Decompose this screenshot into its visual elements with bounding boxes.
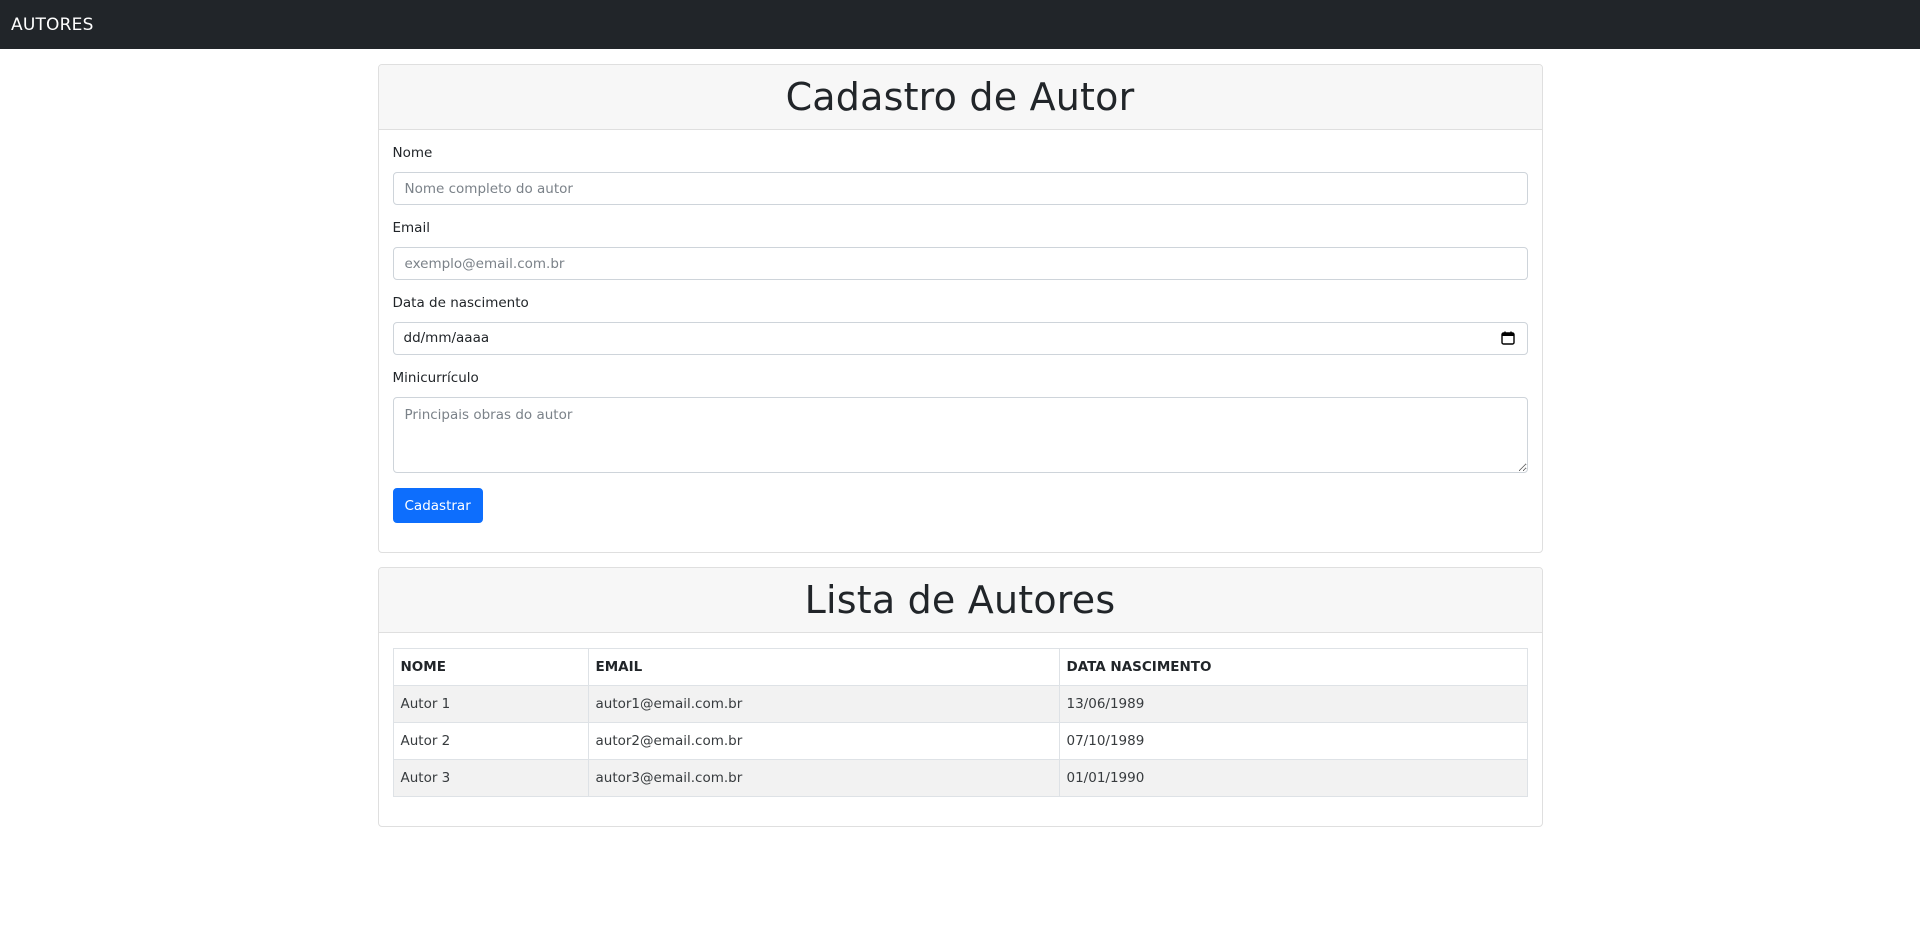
minicurriculo-textarea[interactable] (392, 397, 1528, 473)
table-row: Autor 2 autor2@email.com.br 07/10/1989 (392, 722, 1528, 760)
nascimento-group: Data de nascimento dd/mm/aaaa (392, 295, 1528, 355)
nome-group: Nome (392, 145, 1528, 205)
minicurriculo-group: Minicurrículo (392, 370, 1528, 473)
cell-data-nascimento: 13/06/1989 (1058, 685, 1528, 723)
email-group: Email (392, 220, 1528, 280)
author-list-title: Lista de Autores (804, 578, 1116, 622)
navbar: AUTORES (0, 0, 1920, 49)
navbar-brand[interactable]: AUTORES (11, 15, 94, 35)
cadastrar-button[interactable]: Cadastrar (392, 488, 483, 523)
authors-table-head: NOME EMAIL DATA NASCIMENTO (392, 648, 1528, 686)
minicurriculo-label: Minicurrículo (392, 370, 479, 386)
cell-nome: Autor 2 (392, 722, 589, 760)
nascimento-date-field[interactable]: dd/mm/aaaa (392, 322, 1528, 355)
author-list-body: NOME EMAIL DATA NASCIMENTO Autor 1 autor… (379, 633, 1542, 826)
authors-table-body: Autor 1 autor1@email.com.br 13/06/1989 A… (392, 685, 1528, 797)
main-container: Cadastro de Autor Nome Email Data de nas… (377, 64, 1543, 827)
author-form-header: Cadastro de Autor (378, 65, 1542, 130)
author-list-header: Lista de Autores (378, 568, 1542, 633)
email-input[interactable] (392, 247, 1528, 280)
cell-data-nascimento: 01/01/1990 (1058, 759, 1528, 797)
author-form-body: Nome Email Data de nascimento dd/mm/aaaa (379, 130, 1542, 552)
cell-email: autor3@email.com.br (587, 759, 1060, 797)
column-header-data-nascimento: DATA NASCIMENTO (1058, 648, 1528, 686)
cell-email: autor2@email.com.br (587, 722, 1060, 760)
cell-email: autor1@email.com.br (587, 685, 1060, 723)
author-form-title: Cadastro de Autor (785, 75, 1135, 119)
table-row: Autor 3 autor3@email.com.br 01/01/1990 (392, 759, 1528, 797)
cell-data-nascimento: 07/10/1989 (1058, 722, 1528, 760)
cell-nome: Autor 3 (392, 759, 589, 797)
author-form-card: Cadastro de Autor Nome Email Data de nas… (377, 64, 1543, 553)
calendar-icon[interactable] (1500, 331, 1515, 345)
email-label: Email (392, 220, 430, 236)
cell-nome: Autor 1 (392, 685, 589, 723)
table-header-row: NOME EMAIL DATA NASCIMENTO (392, 648, 1528, 686)
author-list-card: Lista de Autores NOME EMAIL DATA NASCIME… (377, 567, 1543, 827)
table-row: Autor 1 autor1@email.com.br 13/06/1989 (392, 685, 1528, 723)
column-header-email: EMAIL (587, 648, 1060, 686)
column-header-nome: NOME (392, 648, 589, 686)
nascimento-label: Data de nascimento (392, 295, 529, 311)
nome-label: Nome (392, 145, 433, 161)
nome-input[interactable] (392, 172, 1528, 205)
nascimento-input[interactable] (392, 322, 1528, 355)
authors-table: NOME EMAIL DATA NASCIMENTO Autor 1 autor… (392, 648, 1528, 797)
